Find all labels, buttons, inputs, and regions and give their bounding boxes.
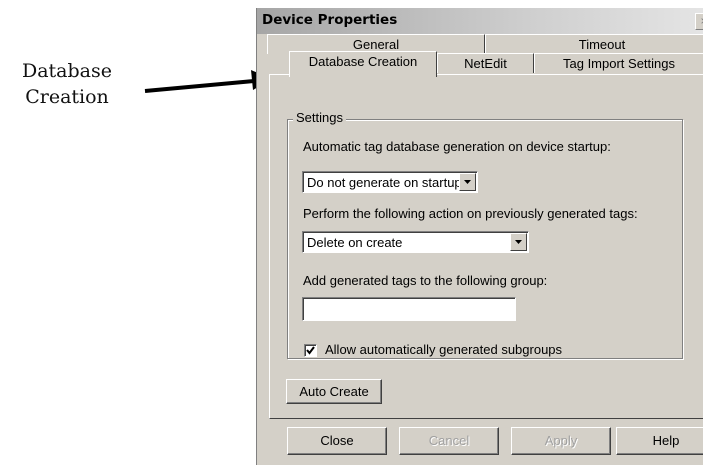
subgroups-checkbox[interactable] bbox=[304, 344, 317, 357]
auto-generate-value: Do not generate on startup bbox=[307, 175, 462, 190]
chevron-down-icon[interactable] bbox=[510, 233, 527, 251]
device-properties-dialog: Device Properties × General Timeout NetE… bbox=[256, 8, 703, 465]
tab-timeout[interactable]: Timeout bbox=[485, 34, 703, 54]
tab-tag-import-settings[interactable]: Tag Import Settings bbox=[534, 53, 703, 73]
previous-tags-value: Delete on create bbox=[307, 235, 403, 250]
title-bar[interactable]: Device Properties × bbox=[257, 8, 703, 34]
tab-netedit[interactable]: NetEdit bbox=[437, 53, 534, 73]
tab-database-creation[interactable]: Database Creation bbox=[289, 51, 437, 77]
close-icon[interactable]: × bbox=[695, 13, 703, 30]
subgroups-label: Allow automatically generated subgroups bbox=[325, 342, 563, 357]
auto-generate-label: Automatic tag database generation on dev… bbox=[303, 139, 611, 154]
help-button[interactable]: Help bbox=[616, 427, 703, 455]
previous-tags-dropdown[interactable]: Delete on create bbox=[302, 231, 529, 253]
cancel-button[interactable]: Cancel bbox=[399, 427, 499, 455]
dialog-title: Device Properties bbox=[262, 12, 398, 28]
apply-button[interactable]: Apply bbox=[511, 427, 611, 455]
group-name-input[interactable] bbox=[302, 297, 516, 321]
close-button[interactable]: Close bbox=[287, 427, 387, 455]
previous-tags-label: Perform the following action on previous… bbox=[303, 206, 638, 221]
group-field-label: Add generated tags to the following grou… bbox=[303, 273, 548, 288]
auto-generate-dropdown[interactable]: Do not generate on startup bbox=[302, 171, 478, 193]
auto-create-button[interactable]: Auto Create bbox=[286, 379, 382, 404]
chevron-down-icon[interactable] bbox=[459, 173, 476, 191]
settings-group-label: Settings bbox=[293, 110, 346, 125]
